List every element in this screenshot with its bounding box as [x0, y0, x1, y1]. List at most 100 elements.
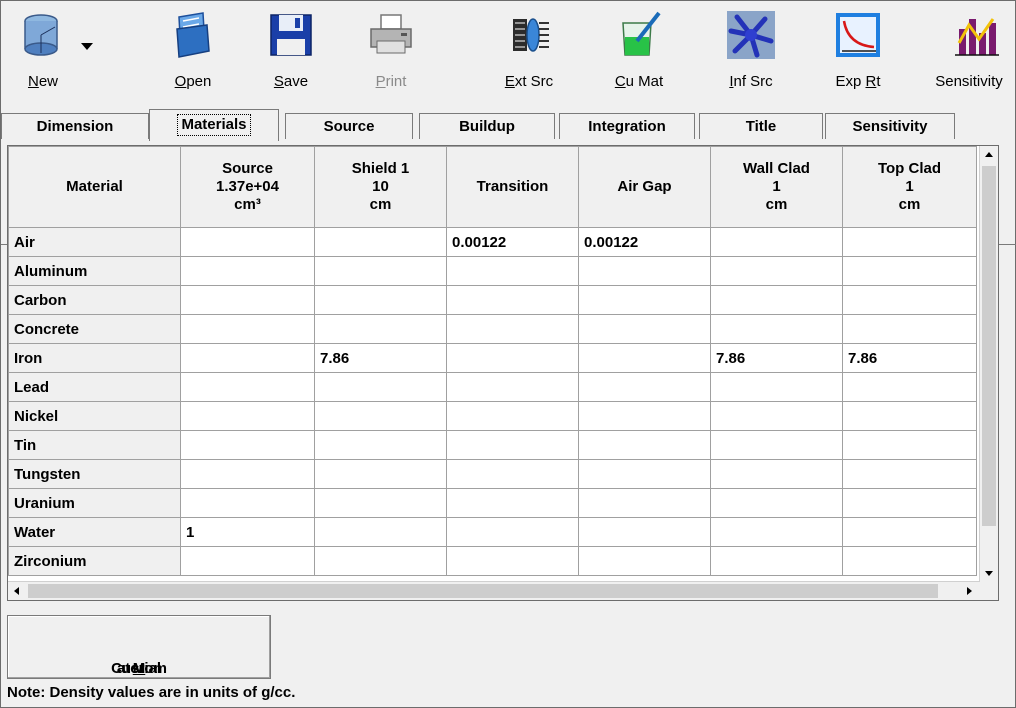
print-button[interactable]: Print [351, 5, 431, 99]
density-cell[interactable] [446, 517, 579, 547]
density-cell[interactable] [180, 227, 315, 257]
density-cell[interactable] [446, 343, 579, 373]
density-cell[interactable] [314, 430, 447, 460]
density-cell[interactable] [842, 488, 977, 518]
density-cell[interactable] [314, 546, 447, 576]
tab-materials[interactable]: Materials [149, 109, 279, 141]
density-cell[interactable] [578, 372, 711, 402]
exp-rt-button[interactable]: Exp Rt [823, 5, 893, 99]
density-cell[interactable] [578, 517, 711, 547]
density-cell[interactable] [578, 314, 711, 344]
density-cell[interactable] [578, 285, 711, 315]
density-cell[interactable] [710, 546, 843, 576]
density-cell[interactable] [446, 314, 579, 344]
density-cell[interactable] [842, 401, 977, 431]
density-cell[interactable] [710, 256, 843, 286]
density-cell[interactable] [314, 227, 447, 257]
density-cell[interactable] [842, 227, 977, 257]
density-cell[interactable] [314, 372, 447, 402]
density-cell[interactable] [710, 517, 843, 547]
chevron-down-icon[interactable] [81, 43, 93, 50]
density-cell[interactable] [578, 343, 711, 373]
density-cell[interactable] [314, 459, 447, 489]
density-cell[interactable] [710, 285, 843, 315]
new-button[interactable]: New [5, 5, 101, 99]
inf-src-button[interactable]: Inf Src [711, 5, 791, 99]
density-cell[interactable] [180, 285, 315, 315]
density-cell[interactable] [710, 314, 843, 344]
density-cell[interactable] [180, 488, 315, 518]
density-cell[interactable] [842, 546, 977, 576]
materials-grid[interactable]: Material Source 1.37e+04 cm³ Shield 1 10 c… [7, 145, 999, 601]
density-cell[interactable] [710, 227, 843, 257]
density-cell[interactable] [446, 372, 579, 402]
density-cell[interactable]: 7.86 [710, 343, 843, 373]
custom-material-button[interactable]: Custom Material [7, 615, 271, 679]
density-cell[interactable] [180, 256, 315, 286]
row-header-material: Carbon [8, 285, 181, 315]
density-cell[interactable] [842, 459, 977, 489]
density-cell[interactable] [842, 430, 977, 460]
density-cell[interactable] [180, 372, 315, 402]
density-cell[interactable] [446, 285, 579, 315]
density-cell[interactable] [446, 401, 579, 431]
density-cell[interactable] [842, 285, 977, 315]
density-cell[interactable] [180, 401, 315, 431]
density-cell[interactable] [842, 372, 977, 402]
density-cell[interactable] [446, 459, 579, 489]
density-cell[interactable] [314, 488, 447, 518]
save-button[interactable]: Save [251, 5, 331, 99]
density-cell[interactable] [446, 546, 579, 576]
density-cell[interactable]: 0.00122 [578, 227, 711, 257]
density-cell[interactable] [180, 314, 315, 344]
tab-title[interactable]: Title [699, 113, 823, 139]
tab-buildup[interactable]: Buildup [419, 113, 555, 139]
density-cell[interactable] [710, 430, 843, 460]
density-cell[interactable] [578, 256, 711, 286]
density-cell[interactable] [446, 488, 579, 518]
horizontal-scrollbar[interactable] [8, 581, 980, 600]
tab-integration[interactable]: Integration [559, 113, 695, 139]
density-cell[interactable] [314, 285, 447, 315]
density-cell[interactable] [314, 314, 447, 344]
density-cell[interactable]: 7.86 [314, 343, 447, 373]
density-cell[interactable] [842, 517, 977, 547]
density-cell[interactable]: 1 [180, 517, 315, 547]
density-cell[interactable] [314, 256, 447, 286]
vertical-scroll-thumb[interactable] [982, 166, 996, 526]
density-cell[interactable] [578, 546, 711, 576]
cu-mat-button[interactable]: Cu Mat [599, 5, 679, 99]
scroll-up-button[interactable] [980, 146, 998, 164]
scroll-down-button[interactable] [980, 564, 998, 582]
density-cell[interactable] [710, 459, 843, 489]
open-button[interactable]: Open [153, 5, 233, 99]
density-cell[interactable] [180, 546, 315, 576]
horizontal-scroll-thumb[interactable] [28, 584, 938, 598]
density-cell[interactable] [180, 343, 315, 373]
density-cell[interactable] [578, 459, 711, 489]
density-cell[interactable] [578, 430, 711, 460]
density-cell[interactable]: 0.00122 [446, 227, 579, 257]
tab-source[interactable]: Source [285, 113, 413, 139]
tab-dimension[interactable]: Dimension [1, 113, 149, 139]
scroll-right-button[interactable] [960, 582, 978, 600]
density-cell[interactable] [710, 372, 843, 402]
density-cell[interactable] [314, 517, 447, 547]
sensitivity-button[interactable]: Sensitivity [925, 5, 1013, 99]
density-cell[interactable] [446, 256, 579, 286]
scroll-left-button[interactable] [8, 582, 26, 600]
ext-src-button[interactable]: Ext Src [489, 5, 569, 99]
density-cell[interactable] [446, 430, 579, 460]
density-cell[interactable] [578, 401, 711, 431]
density-cell[interactable] [180, 430, 315, 460]
density-cell[interactable] [314, 401, 447, 431]
density-cell[interactable] [578, 488, 711, 518]
density-cell[interactable]: 7.86 [842, 343, 977, 373]
density-cell[interactable] [842, 256, 977, 286]
density-cell[interactable] [710, 401, 843, 431]
tab-sensitivity[interactable]: Sensitivity [825, 113, 955, 139]
density-cell[interactable] [842, 314, 977, 344]
density-cell[interactable] [710, 488, 843, 518]
density-cell[interactable] [180, 459, 315, 489]
vertical-scrollbar[interactable] [979, 146, 998, 582]
